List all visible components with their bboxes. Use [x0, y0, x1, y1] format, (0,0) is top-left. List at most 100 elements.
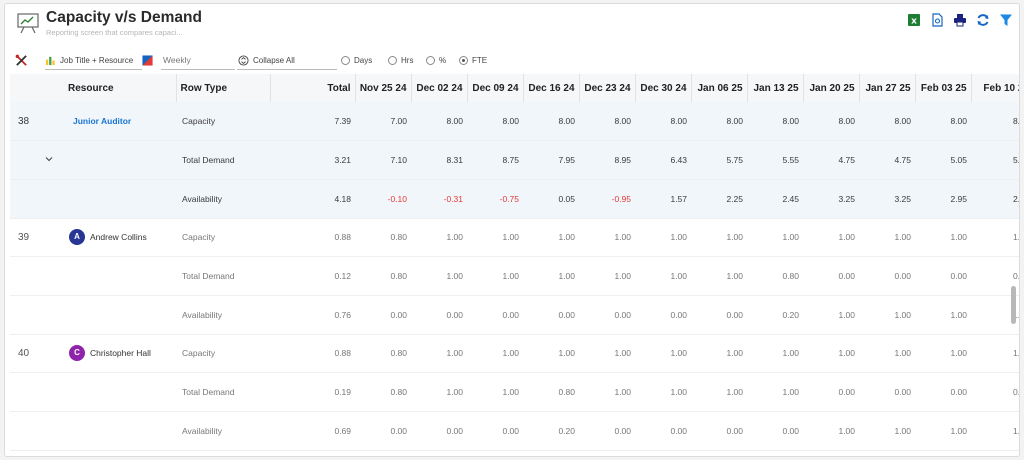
- avatar: A: [69, 229, 85, 246]
- total-cell: 0.76: [270, 295, 356, 335]
- value-cell: 0.00: [355, 411, 412, 451]
- table-row[interactable]: 38 Junior Auditor Capacity 7.39 7.00 8.00 8.00…: [10, 102, 1019, 142]
- value-cell: 1.57: [635, 179, 692, 219]
- value-cell: 1.00: [691, 372, 748, 412]
- value-cell: 1.00: [859, 411, 916, 451]
- value-cell: -0.75: [467, 179, 524, 219]
- value-cell: 1.00: [467, 218, 524, 258]
- table-row[interactable]: Total Demand 0.12 0.80 1.00 1.00 1.00 1.00 1.00…: [10, 256, 1019, 296]
- table-header: Resource Row Type Total Nov 25 24 Dec 02 24 D…: [10, 74, 1019, 102]
- period-select[interactable]: Weekly: [163, 49, 191, 71]
- table-row[interactable]: Total Demand 3.21 7.10 8.31 8.75 7.95 8.95 6.43…: [10, 140, 1019, 180]
- value-cell: 0.00: [411, 295, 468, 335]
- row-spacer: [10, 411, 65, 451]
- table-row[interactable]: Availability 0.69 0.00 0.00 0.00 0.20 0.00 0.00…: [10, 411, 1019, 451]
- row-spacer: [10, 372, 65, 412]
- resource-name[interactable]: Christopher Hall: [90, 348, 151, 358]
- value-cell: 7.10: [355, 140, 412, 180]
- value-cell: 1.00: [915, 334, 972, 374]
- value-cell: 1.00: [691, 256, 748, 296]
- value-cell: 2.95: [915, 179, 972, 219]
- value-cell: 1.00: [691, 334, 748, 374]
- value-cell: 1.00: [635, 334, 692, 374]
- total-cell: 7.39: [270, 102, 356, 142]
- value-cell: 1.00: [803, 218, 860, 258]
- value-cell: 1.00: [579, 372, 636, 412]
- print-icon[interactable]: [953, 13, 967, 27]
- row-type: Availability: [176, 179, 271, 219]
- row-type: Total Demand: [176, 372, 271, 412]
- value-cell: 0.00: [859, 372, 916, 412]
- table-row[interactable]: 40 C Christopher Hall Capacity 0.88 0.80 1.00 1…: [10, 334, 1019, 374]
- page-title: Capacity v/s Demand: [46, 9, 202, 26]
- value-cell: 0.00: [747, 411, 804, 451]
- value-cell: 4.75: [803, 140, 860, 180]
- column-header[interactable]: Jan 13 25: [747, 74, 804, 102]
- value-cell: 1.00: [915, 295, 972, 335]
- total-cell: 3.21: [270, 140, 356, 180]
- column-header[interactable]: Dec 09 24: [467, 74, 524, 102]
- value-cell: 0.00: [915, 372, 972, 412]
- row-spacer: [10, 179, 65, 219]
- unit-radio-percent[interactable]: %: [426, 49, 446, 71]
- collapse-all-button[interactable]: Collapse All: [238, 49, 295, 71]
- value-cell: 8.00: [971, 102, 1019, 142]
- capacity-demand-window: Capacity v/s Demand Reporting screen tha…: [4, 3, 1020, 457]
- row-spacer: [10, 256, 65, 296]
- value-cell: 3.25: [859, 179, 916, 219]
- column-header[interactable]: Dec 30 24: [635, 74, 692, 102]
- resource-name[interactable]: Andrew Collins: [90, 232, 147, 242]
- table-row[interactable]: Availability 0.76 0.00 0.00 0.00 0.00 0.00 0.00…: [10, 295, 1019, 335]
- column-header[interactable]: Row Type: [176, 74, 271, 102]
- job-title-link[interactable]: Junior Auditor: [73, 116, 131, 126]
- column-header[interactable]: Jan 20 25: [803, 74, 860, 102]
- excel-export-icon[interactable]: x: [907, 13, 921, 27]
- value-cell: 1.00: [579, 334, 636, 374]
- value-cell: 0.00: [915, 256, 972, 296]
- unit-radio-days[interactable]: Days: [341, 49, 372, 71]
- value-cell: 0.20: [523, 411, 580, 451]
- value-cell: 0.00: [467, 295, 524, 335]
- value-cell: 1.00: [747, 218, 804, 258]
- unit-radio-fte[interactable]: FTE: [459, 49, 487, 71]
- row-type: Capacity: [176, 334, 271, 374]
- column-header[interactable]: Total: [270, 74, 356, 102]
- table-row[interactable]: Availability 4.18 -0.10 -0.31 -0.75 0.05 -0.95…: [10, 179, 1019, 219]
- period-flag-icon: [142, 49, 153, 71]
- column-header[interactable]: Jan 06 25: [691, 74, 748, 102]
- bar-chart-icon: [45, 56, 55, 65]
- document-preview-icon[interactable]: [930, 13, 944, 27]
- value-cell: 1.00: [971, 411, 1019, 451]
- value-cell: 1.00: [803, 411, 860, 451]
- value-cell: 1.00: [635, 372, 692, 412]
- column-header[interactable]: Nov 25 24: [355, 74, 412, 102]
- avatar: C: [69, 345, 85, 362]
- expand-toggle[interactable]: [10, 140, 65, 180]
- value-cell: 0.80: [355, 256, 412, 296]
- row-type: Total Demand: [176, 256, 271, 296]
- row-type: Capacity: [176, 102, 271, 142]
- total-cell: 0.88: [270, 218, 356, 258]
- value-cell: 1.00: [467, 256, 524, 296]
- value-cell: 1.00: [859, 295, 916, 335]
- value-cell: 1.00: [411, 334, 468, 374]
- column-header[interactable]: Dec 02 24: [411, 74, 468, 102]
- filter-icon[interactable]: [999, 13, 1013, 27]
- tools-icon[interactable]: [15, 49, 28, 71]
- column-header[interactable]: Jan 27 25: [859, 74, 916, 102]
- column-header[interactable]: Dec 16 24: [523, 74, 580, 102]
- value-cell: 1.00: [523, 218, 580, 258]
- column-header[interactable]: Feb 10 25: [971, 74, 1019, 102]
- column-header[interactable]: Dec 23 24: [579, 74, 636, 102]
- column-header[interactable]: Resource: [10, 74, 177, 102]
- table-row[interactable]: Total Demand 0.19 0.80 1.00 1.00 0.80 1.00 1.00…: [10, 372, 1019, 412]
- vertical-scrollbar[interactable]: [1011, 286, 1016, 324]
- table-row[interactable]: 39 A Andrew Collins Capacity 0.88 0.80 1.00 1.0…: [10, 218, 1019, 258]
- refresh-icon[interactable]: [976, 13, 990, 27]
- column-header[interactable]: Feb 03 25: [915, 74, 972, 102]
- group-by-select[interactable]: Job Title + Resource: [45, 49, 133, 71]
- unit-radio-hrs[interactable]: Hrs: [388, 49, 413, 71]
- value-cell: 7.95: [523, 140, 580, 180]
- value-cell: 0.80: [747, 256, 804, 296]
- chevron-down-icon: [45, 156, 53, 161]
